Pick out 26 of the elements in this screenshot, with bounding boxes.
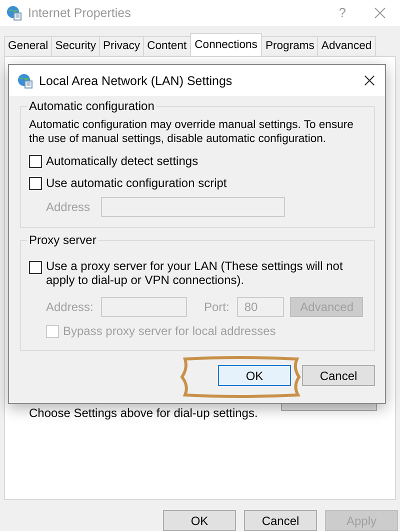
checkbox-label: Automatically detect settings [46,154,198,168]
dialog-button[interactable]: Cancel [244,510,317,531]
field-label: Port: [204,300,230,314]
checkbox[interactable] [29,261,42,274]
description-text: Automatic configuration may override manual settings. To ensure the use of manual settings, disable automatic configuration. [29,118,354,146]
window-title: Internet Properties [28,6,132,20]
field-label: Address: [46,300,94,314]
dialog-title: Local Area Network (LAN) Settings [39,74,234,88]
tab[interactable]: Advanced [317,36,376,56]
close-icon[interactable] [364,75,375,86]
checkbox[interactable] [29,176,42,190]
dial-up-note: Choose Settings above for dial-up settings. [29,406,258,420]
tab[interactable]: Connections [190,32,262,56]
dialog-button[interactable]: OK [218,365,291,386]
group-heading: Proxy server [27,233,98,247]
checkbox-label: Bypass proxy server for local addresses [63,324,276,338]
dialog-button[interactable]: Cancel [302,365,375,386]
checkbox[interactable] [29,154,42,168]
globe-icon [17,72,33,88]
globe-icon [6,4,22,21]
tab[interactable]: General [4,36,52,56]
group-heading: Automatic configuration [27,99,156,113]
checkbox-label: Use automatic configuration script [46,176,227,190]
field-label: Address [46,200,92,214]
dialog-button[interactable]: OK [163,510,236,531]
checkbox-label: Use a proxy server for your LAN (These settings will not apply to dial-up or VPN connections). [46,259,344,287]
